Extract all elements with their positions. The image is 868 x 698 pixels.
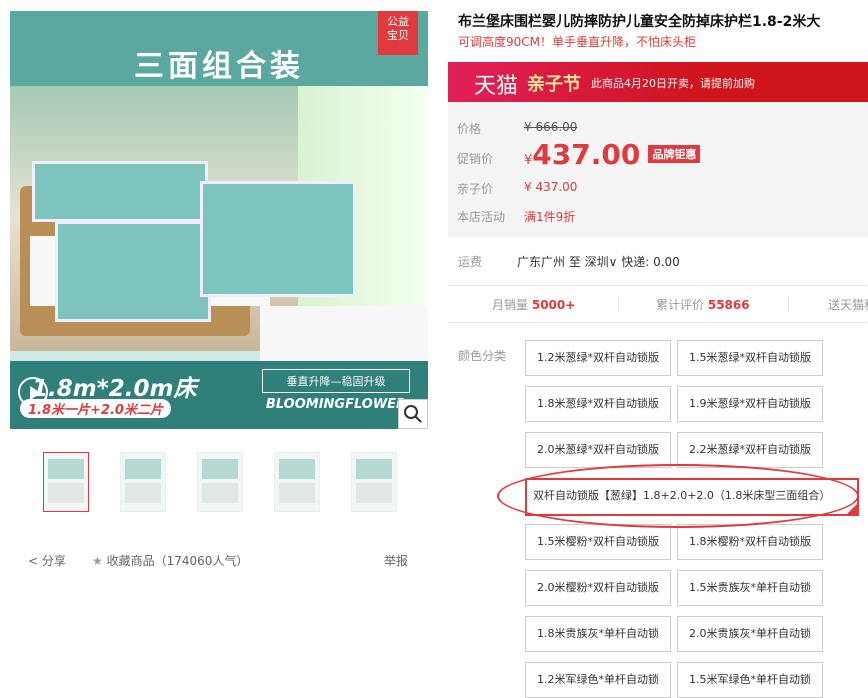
bedroom-scene bbox=[10, 86, 428, 366]
parent-price-row: 亲子价 ¥ 437.00 bbox=[457, 180, 577, 197]
image-main-title: 三面组合装 bbox=[134, 49, 304, 84]
share-icon: < bbox=[28, 554, 42, 568]
collect-link[interactable]: ★ 收藏商品（174060人气） bbox=[92, 552, 248, 569]
festival-label: 亲子节 bbox=[527, 74, 581, 95]
main-product-image[interactable]: 三面组合装 公益 宝贝 1.8m*2.0m床 1.8米一片+2.0米二片 垂直升… bbox=[10, 11, 428, 429]
promo-label: 促销价 bbox=[457, 152, 494, 166]
sku-option[interactable]: 1.8米葱绿*双杆自动锁版 bbox=[525, 386, 671, 422]
sku-option[interactable]: 1.9米葱绿*双杆自动锁版 bbox=[677, 386, 823, 422]
brand-english: BLOOMINGFLOWER bbox=[265, 397, 407, 412]
sales-stats: 月销量 5000+ 累计评价 55866 送天猫积 bbox=[448, 285, 868, 323]
stat-divider bbox=[788, 296, 789, 312]
collect-label: 收藏商品 bbox=[106, 554, 155, 568]
image-footer-band: 1.8m*2.0m床 1.8米一片+2.0米二片 垂直升降—稳固升级 BLOOM… bbox=[10, 361, 428, 429]
sku-option[interactable]: 1.5米葱绿*双杆自动锁版 bbox=[677, 340, 823, 376]
sku-option[interactable]: 1.8米樱粉*双杆自动锁版 bbox=[677, 524, 823, 560]
product-subtitle: 可调高度90CM！单手垂直升降，不怕床头柜 bbox=[458, 35, 697, 49]
sku-option[interactable]: 2.0米葱绿*双杆自动锁版 bbox=[525, 432, 671, 468]
sku-option[interactable]: 2.0米贵族灰*单杆自动锁 bbox=[677, 616, 823, 652]
parent-price: ¥ 437.00 bbox=[524, 180, 578, 194]
sku-option[interactable]: 2.0米樱粉*双杆自动锁版 bbox=[525, 570, 671, 606]
store-activity-row: 本店活动 满1件9折 bbox=[457, 208, 575, 225]
sku-option[interactable]: 1.8米贵族灰*单杆自动锁 bbox=[525, 616, 671, 652]
store-activity: 满1件9折 bbox=[524, 210, 576, 224]
color-category-label: 颜色分类 bbox=[458, 349, 507, 363]
monthly-sales-value: 5000+ bbox=[531, 298, 576, 312]
ottoman bbox=[260, 306, 428, 366]
sku-option[interactable]: 1.2米葱绿*双杆自动锁版 bbox=[525, 340, 671, 376]
guardrail-right bbox=[200, 181, 356, 297]
price-row: 价格 ¥ 666.00 bbox=[457, 120, 577, 137]
sku-option[interactable]: 2.2米葱绿*双杆自动锁版 bbox=[677, 432, 823, 468]
thumbnail-strip bbox=[43, 452, 397, 512]
thumbnail-5[interactable] bbox=[351, 452, 397, 512]
product-title: 布兰堡床围栏婴儿防摔防护儿童安全防掉床护栏1.8-2米大 bbox=[458, 14, 821, 30]
sku-option[interactable]: 1.5米樱粉*双杆自动锁版 bbox=[525, 524, 671, 560]
original-price: ¥ 666.00 bbox=[524, 120, 578, 134]
monthly-sales: 月销量 5000+ bbox=[492, 296, 575, 313]
thumbnail-1[interactable] bbox=[43, 452, 89, 512]
tmall-points: 送天猫积 bbox=[828, 298, 868, 312]
tmall-brand: 天猫 bbox=[474, 74, 519, 99]
slogan-box: 垂直升降—稳固升级 bbox=[262, 369, 410, 393]
reviews-value: 55866 bbox=[707, 298, 750, 312]
banner-note: 此商品4月20日开卖，请提前加购 bbox=[591, 77, 755, 90]
share-label: 分享 bbox=[41, 554, 66, 568]
shipping-destination[interactable]: 广东广州 至 深圳∨ 快递: 0.00 bbox=[517, 253, 680, 270]
monthly-sales-label: 月销量 bbox=[492, 298, 529, 312]
size-text: 1.8m*2.0m床 bbox=[32, 376, 197, 402]
promo-price: ¥437.00 品牌钜惠 bbox=[524, 138, 701, 171]
sku-option-selected[interactable]: 双杆自动锁版【葱绿】1.8+2.0+2.0（1.8米床型三面组合） bbox=[525, 478, 859, 516]
guardrail-front bbox=[55, 221, 211, 322]
magnifier-icon[interactable] bbox=[398, 399, 428, 429]
total-reviews[interactable]: 累计评价 55866 bbox=[656, 296, 750, 313]
promo-tag: 品牌钜惠 bbox=[648, 145, 701, 163]
thumbnail-3[interactable] bbox=[197, 452, 243, 512]
store-label: 本店活动 bbox=[457, 210, 506, 224]
price-panel: 价格 ¥ 666.00 促销价 ¥437.00 品牌钜惠 亲子价 ¥ 437.00… bbox=[448, 102, 868, 237]
thumbnail-4[interactable] bbox=[274, 452, 320, 512]
thumbnail-2[interactable] bbox=[120, 452, 166, 512]
sku-option[interactable]: 1.5米贵族灰*单杆自动锁 bbox=[677, 570, 823, 606]
charity-badge: 公益 宝贝 bbox=[378, 11, 418, 55]
share-link[interactable]: < 分享 bbox=[28, 552, 66, 569]
popularity-count: （174060人气） bbox=[154, 554, 249, 568]
sku-option[interactable]: 1.5米军绿色*单杆自动锁 bbox=[677, 662, 823, 698]
parent-label: 亲子价 bbox=[457, 182, 494, 196]
report-link[interactable]: 举报 bbox=[384, 552, 408, 569]
sku-option[interactable]: 1.2米军绿色*单杆自动锁 bbox=[525, 662, 671, 698]
selected-corner-icon bbox=[847, 504, 857, 514]
tmall-promo-banner: 天猫 亲子节 此商品4月20日开卖，请提前加购 bbox=[448, 62, 868, 102]
stat-divider bbox=[618, 296, 619, 312]
size-subtext: 1.8米一片+2.0米二片 bbox=[20, 399, 171, 418]
star-icon: ★ bbox=[92, 554, 107, 568]
price-label: 价格 bbox=[457, 122, 482, 136]
promo-value: 437.00 bbox=[532, 138, 641, 171]
guardrail-left bbox=[32, 161, 208, 222]
reviews-label: 累计评价 bbox=[656, 298, 705, 312]
promo-row: 促销价 ¥437.00 品牌钜惠 bbox=[457, 138, 701, 171]
shipping-label: 运费 bbox=[458, 255, 483, 269]
